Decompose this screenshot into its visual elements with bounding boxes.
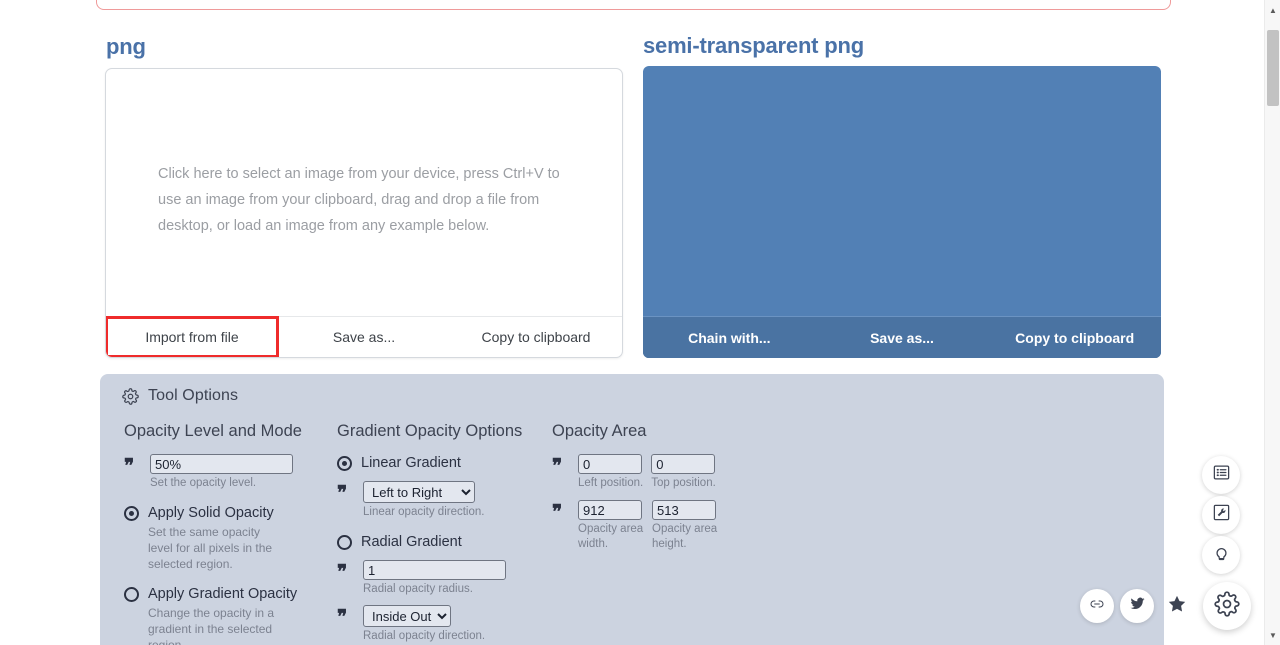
app-root: png Click here to select an image from y…	[0, 0, 1280, 645]
linear-direction-select[interactable]: Left to RightRight to LeftTop to BottomB…	[363, 481, 475, 503]
scrollbar-thumb[interactable]	[1267, 30, 1279, 106]
apply-solid-opacity-row[interactable]: Apply Solid Opacity Set the same opacity…	[124, 504, 329, 572]
list-icon	[1212, 463, 1231, 487]
top-notice-box	[96, 0, 1171, 10]
apply-gradient-opacity-radio[interactable]	[124, 587, 139, 602]
png-panel-button-bar: Import from file Save as... Copy to clip…	[106, 316, 622, 357]
opacity-area-heading: Opacity Area	[552, 422, 647, 440]
gear-icon	[1214, 590, 1240, 622]
link-icon	[1089, 596, 1105, 617]
opacity-level-hint: Set the opacity level.	[150, 477, 257, 489]
wrench-icon	[1212, 503, 1231, 527]
opacity-area-height-hint: Opacity area height.	[652, 523, 718, 550]
area-height-field-wrap: Opacity area height.	[652, 500, 718, 552]
area-width-field-wrap: Opacity area width.	[578, 500, 644, 552]
linear-direction-row: ❞ Left to RightRight to LeftTop to Botto…	[337, 481, 542, 520]
apply-gradient-opacity-description: Change the opacity in a gradient in the …	[148, 606, 275, 645]
radial-radius-field-wrap: Radial opacity radius.	[363, 560, 506, 597]
star-icon	[1166, 593, 1188, 620]
radial-radius-input[interactable]	[363, 560, 506, 580]
tool-options-header: Tool Options	[122, 387, 238, 405]
list-icon-button[interactable]	[1202, 456, 1240, 494]
radial-direction-select[interactable]: Inside OutOutside In	[363, 605, 451, 627]
png-panel-title: png	[106, 34, 146, 59]
linear-gradient-row[interactable]: Linear Gradient	[337, 454, 542, 472]
png-save-as-button[interactable]: Save as...	[278, 317, 450, 357]
semi-transparent-png-panel-title: semi-transparent png	[643, 33, 864, 58]
apply-solid-opacity-description: Set the same opacity level for all pixel…	[148, 525, 273, 571]
lightbulb-icon-button[interactable]	[1202, 536, 1240, 574]
quote-icon: ❞	[337, 483, 348, 504]
quote-icon: ❞	[124, 456, 135, 477]
gear-icon	[122, 387, 139, 405]
vertical-scrollbar[interactable]: ▲ ▼	[1264, 0, 1280, 645]
scroll-down-arrow[interactable]: ▼	[1265, 627, 1280, 643]
linear-direction-hint: Linear opacity direction.	[363, 506, 485, 518]
opacity-level-mode-heading: Opacity Level and Mode	[124, 422, 302, 440]
apply-gradient-opacity-label: Apply Gradient Opacity	[148, 586, 298, 602]
opacity-area-width-input[interactable]	[578, 500, 642, 520]
twitter-icon-button[interactable]	[1120, 589, 1154, 623]
opacity-area-column: Opacity Area ❞ Left position. Top positi…	[552, 422, 772, 554]
radial-direction-row: ❞ Inside OutOutside In Radial opacity di…	[337, 605, 542, 644]
apply-gradient-opacity-text: Apply Gradient Opacity Change the opacit…	[148, 585, 297, 645]
wrench-icon-button[interactable]	[1202, 496, 1240, 534]
apply-solid-opacity-label: Apply Solid Opacity	[148, 505, 274, 521]
radial-gradient-label: Radial Gradient	[361, 534, 462, 550]
drop-image-hint: Click here to select an image from your …	[158, 166, 560, 234]
opacity-level-input[interactable]	[150, 454, 293, 474]
apply-solid-opacity-radio[interactable]	[124, 506, 139, 521]
quote-icon: ❞	[337, 562, 348, 583]
opacity-level-mode-column: Opacity Level and Mode ❞ Set the opacity…	[124, 422, 329, 645]
star-icon-button[interactable]	[1160, 589, 1194, 623]
twitter-icon	[1129, 595, 1146, 617]
quote-icon: ❞	[552, 456, 563, 477]
settings-gear-button[interactable]	[1203, 582, 1251, 630]
gradient-opacity-options-column: Gradient Opacity Options Linear Gradient…	[337, 422, 542, 645]
position-pair: Left position. Top position.	[578, 454, 716, 491]
left-position-hint: Left position.	[578, 477, 644, 489]
scroll-up-arrow[interactable]: ▲	[1265, 2, 1280, 18]
radial-radius-row: ❞ Radial opacity radius.	[337, 560, 542, 597]
top-position-input[interactable]	[651, 454, 716, 474]
linear-gradient-label: Linear Gradient	[361, 455, 461, 471]
radial-radius-hint: Radial opacity radius.	[363, 583, 473, 595]
tool-options-title: Tool Options	[148, 387, 239, 404]
png-copy-to-clipboard-button[interactable]: Copy to clipboard	[450, 317, 622, 357]
page-scroll-column: png Click here to select an image from y…	[0, 0, 1264, 645]
top-position-field-wrap: Top position.	[651, 454, 716, 491]
result-panel-button-bar: Chain with... Save as... Copy to clipboa…	[643, 316, 1161, 358]
result-copy-to-clipboard-button[interactable]: Copy to clipboard	[988, 317, 1161, 358]
opacity-level-row: ❞ Set the opacity level.	[124, 454, 329, 491]
lightbulb-icon	[1212, 543, 1231, 567]
radial-gradient-row[interactable]: Radial Gradient	[337, 533, 542, 551]
import-from-file-button[interactable]: Import from file	[106, 316, 279, 357]
tool-options-panel: Tool Options Opacity Level and Mode ❞ Se…	[100, 374, 1164, 645]
apply-gradient-opacity-row[interactable]: Apply Gradient Opacity Change the opacit…	[124, 585, 329, 645]
radial-direction-hint: Radial opacity direction.	[363, 630, 486, 642]
left-position-input[interactable]	[578, 454, 642, 474]
opacity-position-row: ❞ Left position. Top position.	[552, 454, 772, 491]
left-position-field-wrap: Left position.	[578, 454, 643, 491]
png-image-panel[interactable]: Click here to select an image from your …	[105, 68, 623, 358]
semi-transparent-png-image-panel[interactable]: Chain with... Save as... Copy to clipboa…	[643, 66, 1161, 358]
radial-gradient-radio[interactable]	[337, 535, 352, 550]
opacity-size-row: ❞ Opacity area width. Opacity area heigh…	[552, 500, 772, 552]
quote-icon: ❞	[337, 607, 348, 628]
result-save-as-button[interactable]: Save as...	[815, 317, 989, 358]
quote-icon: ❞	[552, 502, 563, 523]
chain-with-button[interactable]: Chain with...	[643, 317, 816, 358]
top-position-hint: Top position.	[651, 477, 716, 489]
opacity-area-width-hint: Opacity area width.	[578, 523, 644, 550]
link-icon-button[interactable]	[1080, 589, 1114, 623]
opacity-area-height-input[interactable]	[652, 500, 716, 520]
opacity-level-field-wrap: Set the opacity level.	[150, 454, 293, 491]
gradient-opacity-options-heading: Gradient Opacity Options	[337, 422, 523, 440]
linear-gradient-radio[interactable]	[337, 456, 352, 471]
size-pair: Opacity area width. Opacity area height.	[578, 500, 718, 552]
radial-direction-field-wrap: Inside OutOutside In Radial opacity dire…	[363, 605, 485, 644]
linear-direction-field-wrap: Left to RightRight to LeftTop to BottomB…	[363, 481, 484, 520]
apply-solid-opacity-text: Apply Solid Opacity Set the same opacity…	[148, 504, 276, 572]
